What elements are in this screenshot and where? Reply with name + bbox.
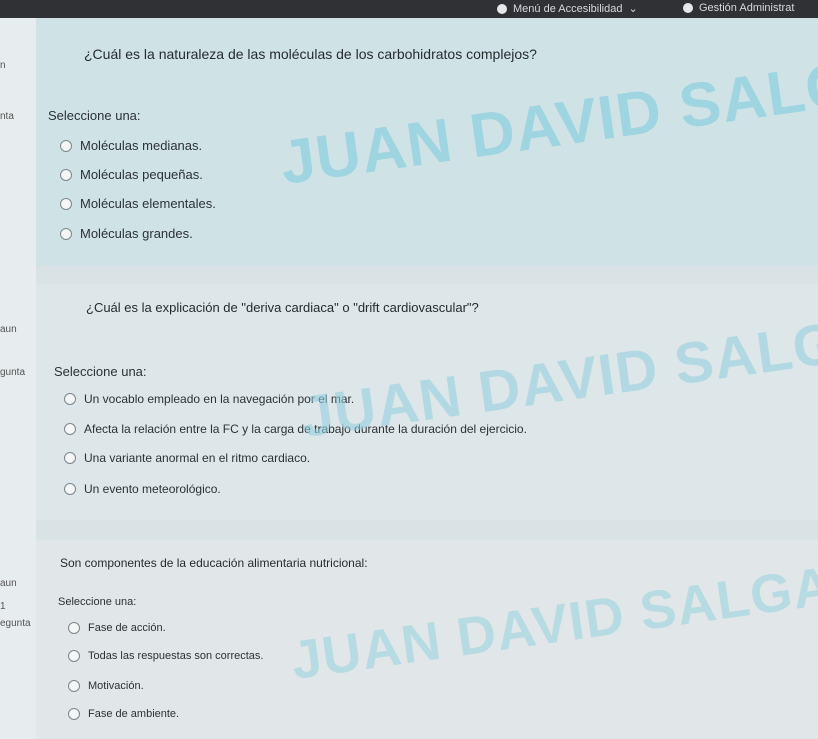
answer-option[interactable]: Moléculas pequeñas.: [60, 167, 203, 182]
option-label: Moléculas elementales.: [80, 196, 216, 211]
select-instruction: Seleccione una:: [54, 364, 147, 379]
answer-option[interactable]: Todas las respuestas son correctas.: [68, 650, 263, 662]
accessibility-icon: [497, 3, 507, 14]
top-navigation-bar: Menú de Accesibilidad ⌄ Gestión Administ…: [0, 0, 818, 18]
admin-icon: [683, 3, 693, 13]
question-text: ¿Cuál es la explicación de "deriva cardi…: [86, 300, 479, 315]
answer-option[interactable]: Moléculas grandes.: [60, 226, 193, 241]
radio-button[interactable]: [68, 650, 80, 662]
sidebar-label: egunta: [0, 618, 31, 629]
accessibility-menu[interactable]: Menú de Accesibilidad ⌄: [497, 2, 638, 15]
sidebar-label: 1: [0, 601, 6, 612]
option-label: Un vocablo empleado en la navegación por…: [84, 392, 355, 406]
option-label: Motivación.: [88, 680, 144, 692]
answer-option[interactable]: Fase de acción.: [68, 622, 166, 634]
question-block: Son componentes de la educación alimenta…: [36, 540, 818, 739]
radio-button[interactable]: [64, 452, 76, 464]
radio-button[interactable]: [64, 423, 76, 435]
radio-button[interactable]: [60, 227, 72, 240]
radio-button[interactable]: [68, 680, 80, 692]
admin-menu[interactable]: Gestión Administrat: [683, 2, 794, 14]
radio-button[interactable]: [60, 197, 72, 210]
answer-option[interactable]: Una variante anormal en el ritmo cardiac…: [64, 451, 310, 465]
radio-button[interactable]: [64, 483, 76, 495]
sidebar-label: gunta: [0, 367, 26, 378]
sidebar-label: aun: [0, 324, 17, 335]
option-label: Afecta la relación entre la FC y la carg…: [84, 422, 527, 436]
answer-option[interactable]: Motivación.: [68, 680, 144, 692]
question-block: ¿Cuál es la explicación de "deriva cardi…: [36, 284, 818, 520]
answer-option[interactable]: Un vocablo empleado en la navegación por…: [64, 392, 354, 406]
answer-option[interactable]: Moléculas elementales.: [60, 196, 216, 211]
accessibility-menu-label: Menú de Accesibilidad: [513, 2, 623, 15]
radio-button[interactable]: [60, 168, 72, 181]
answer-option[interactable]: Afecta la relación entre la FC y la carg…: [64, 422, 527, 436]
option-label: Fase de ambiente.: [88, 708, 180, 720]
question-block: ¿Cuál es la naturaleza de las moléculas …: [36, 18, 818, 266]
question-text: Son componentes de la educación alimenta…: [60, 556, 368, 570]
option-label: Moléculas medianas.: [80, 138, 203, 153]
answer-option[interactable]: Un evento meteorológico.: [64, 482, 221, 496]
option-label: Fase de acción.: [88, 622, 166, 634]
select-instruction: Seleccione una:: [48, 108, 141, 123]
radio-button[interactable]: [68, 708, 80, 720]
answer-option[interactable]: Moléculas medianas.: [60, 138, 202, 153]
sidebar-label: aun: [0, 578, 17, 589]
option-label: Moléculas grandes.: [80, 226, 193, 241]
select-instruction: Seleccione una:: [58, 596, 137, 608]
radio-button[interactable]: [60, 139, 72, 152]
question-info-sidebar: n nta aun gunta aun 1 egunta: [0, 18, 36, 739]
option-label: Una variante anormal en el ritmo cardiac…: [84, 451, 311, 465]
radio-button[interactable]: [64, 393, 76, 405]
answer-option[interactable]: Fase de ambiente.: [68, 708, 179, 720]
chevron-down-icon: ⌄: [628, 3, 638, 15]
option-label: Moléculas pequeñas.: [80, 167, 203, 182]
option-label: Un evento meteorológico.: [84, 482, 221, 496]
question-text: ¿Cuál es la naturaleza de las moléculas …: [84, 46, 537, 62]
admin-menu-label: Gestión Administrat: [699, 2, 795, 14]
sidebar-label: n: [0, 60, 6, 71]
radio-button[interactable]: [68, 622, 80, 634]
sidebar-label: nta: [0, 111, 14, 122]
option-label: Todas las respuestas son correctas.: [88, 650, 264, 662]
